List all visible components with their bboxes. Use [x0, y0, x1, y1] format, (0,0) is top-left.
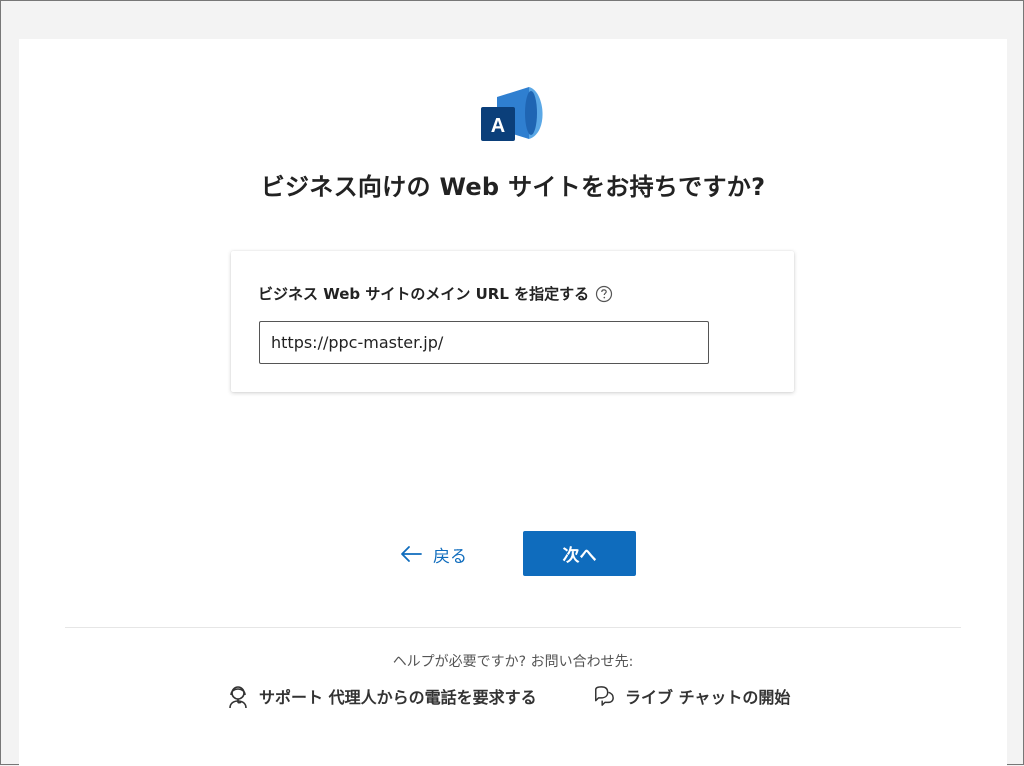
back-button-label: 戻る	[433, 546, 467, 566]
back-button[interactable]: 戻る	[399, 537, 467, 571]
url-field-label: ビジネス Web サイトのメイン URL を指定する	[258, 285, 590, 303]
logo-letter: A	[491, 115, 505, 137]
url-input[interactable]	[259, 321, 709, 364]
page-title: ビジネス向けの Web サイトをお持ちですか?	[260, 173, 766, 201]
app-logo-icon: A	[481, 87, 543, 141]
next-button[interactable]: 次へ	[523, 531, 636, 576]
window-frame: A ビジネス向けの Web サイトをお持ちですか? ビジネス Web サイトのメ…	[0, 0, 1024, 766]
main-card: A ビジネス向けの Web サイトをお持ちですか? ビジネス Web サイトのメ…	[19, 39, 1007, 766]
arrow-left-icon	[401, 546, 422, 562]
url-field-card: ビジネス Web サイトのメイン URL を指定する	[231, 251, 794, 392]
live-chat-link[interactable]: ライブ チャットの開始	[593, 683, 790, 709]
support-call-link[interactable]: サポート 代理人からの電話を要求する	[227, 683, 537, 709]
field-label-row: ビジネス Web サイトのメイン URL を指定する	[258, 283, 613, 304]
live-chat-label: ライブ チャットの開始	[625, 688, 791, 707]
chat-bubbles-icon	[595, 686, 614, 706]
support-call-label: サポート 代理人からの電話を要求する	[259, 688, 537, 707]
help-text: ヘルプが必要ですか? お問い合わせ先:	[392, 654, 634, 670]
question-circle-icon[interactable]	[595, 285, 613, 303]
headset-person-icon	[229, 686, 247, 709]
footer-divider	[65, 627, 961, 628]
